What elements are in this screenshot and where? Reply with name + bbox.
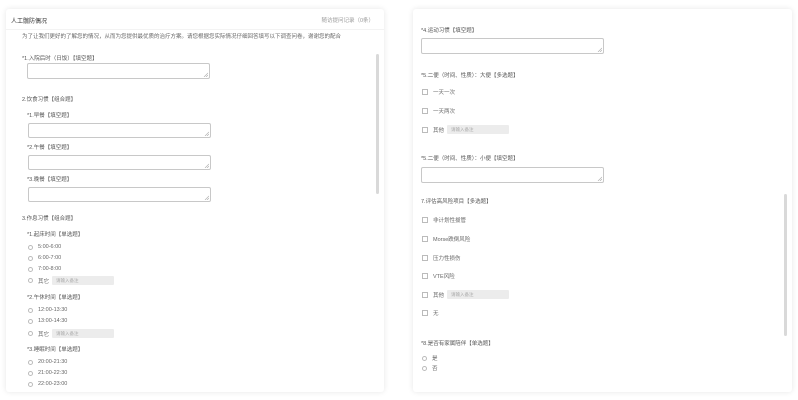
question-label: *2.午休时间【单选题】 <box>27 295 84 301</box>
panel-header: 人工髋防偶况 随访提问记录（0条） <box>6 9 384 30</box>
resize-handle-icon <box>597 176 602 181</box>
intro-text: 为了让我们更好的了解您的情况，从而为您提供最优质的治疗方案。请您根据您实际情况仔… <box>22 34 342 40</box>
question-label: *3.睡眠时间【单选题】 <box>27 347 84 353</box>
other-input[interactable]: 请输入备注 <box>447 125 510 134</box>
radio-icon <box>28 307 33 313</box>
radio-option[interactable]: 否 <box>422 364 438 372</box>
checkbox-icon <box>422 273 428 279</box>
radio-option[interactable]: 7:00-8:00 <box>28 266 61 272</box>
other-input[interactable]: 请输入备注 <box>52 276 115 285</box>
resize-handle-icon <box>597 47 602 52</box>
question-label: *3.晚餐【填空题】 <box>27 177 73 183</box>
radio-icon <box>28 381 33 387</box>
survey-panel-right: *4.运动习惯【填空题】 *5.二便（时间、性质）：大便【多选题】 一天一次 一… <box>413 9 792 392</box>
radio-option[interactable]: 是 <box>422 354 438 362</box>
radio-icon <box>28 318 33 324</box>
radio-icon <box>28 244 33 250</box>
radio-option[interactable]: 6:00-7:00 <box>28 255 61 261</box>
checkbox-option-other[interactable]: 其他 请输入备注 <box>422 290 510 299</box>
checkbox-icon <box>422 217 428 223</box>
radio-icon <box>28 278 33 283</box>
section-label: 3.作息习惯【组合题】 <box>22 216 77 222</box>
answer-textarea[interactable] <box>27 63 210 79</box>
checkbox-option[interactable]: 非计划性拔管 <box>422 216 466 224</box>
history-link[interactable]: 随访提问记录（0条） <box>321 16 374 24</box>
radio-icon <box>28 255 33 261</box>
radio-option[interactable]: 5:00-6:00 <box>28 244 61 250</box>
checkbox-option[interactable]: 一天两次 <box>422 107 455 115</box>
answer-textarea[interactable] <box>28 187 211 202</box>
checkbox-icon <box>422 255 428 261</box>
radio-icon <box>422 365 427 371</box>
resize-handle-icon <box>203 72 208 77</box>
other-input[interactable]: 请输入备注 <box>447 290 510 299</box>
survey-panel-left: 人工髋防偶况 随访提问记录（0条） 为了让我们更好的了解您的情况，从而为您提供最… <box>6 9 384 392</box>
checkbox-option[interactable]: 一天一次 <box>422 88 455 96</box>
radio-icon <box>28 370 33 376</box>
answer-textarea[interactable] <box>421 38 604 54</box>
question-label: *1.早餐【填空题】 <box>27 113 73 119</box>
question-label: 7.评估高风险项目【多选题】 <box>421 199 492 205</box>
resize-handle-icon <box>204 163 209 168</box>
scrollbar[interactable] <box>784 194 787 336</box>
checkbox-option[interactable]: Morse跌倒风险 <box>422 235 470 243</box>
answer-textarea[interactable] <box>421 167 604 183</box>
question-label: *2.午餐【填空题】 <box>27 145 73 151</box>
checkbox-icon <box>422 108 428 114</box>
checkbox-icon <box>422 126 428 133</box>
radio-option[interactable]: 13:00-14:30 <box>28 318 67 324</box>
page-title: 人工髋防偶况 <box>11 19 48 25</box>
resize-handle-icon <box>204 195 209 200</box>
question-label: *1.入院后时（日饭）【填空题】 <box>22 56 98 62</box>
radio-icon <box>28 331 33 336</box>
radio-option-other[interactable]: 其它 请输入备注 <box>28 329 115 338</box>
radio-option[interactable]: 22:00-23:00 <box>28 381 67 387</box>
answer-textarea[interactable] <box>28 123 211 138</box>
checkbox-option-other[interactable]: 其他 请输入备注 <box>422 125 510 134</box>
radio-option[interactable]: 20:00-21:30 <box>28 359 67 365</box>
section-label: 2.饮食习惯【组合题】 <box>22 97 77 103</box>
checkbox-icon <box>422 89 428 95</box>
radio-icon <box>422 355 427 361</box>
checkbox-icon <box>422 310 428 316</box>
scrollbar[interactable] <box>376 54 379 194</box>
checkbox-option[interactable]: 压力性损伤 <box>422 254 461 262</box>
radio-option-other[interactable]: 其它 请输入备注 <box>28 276 115 285</box>
checkbox-option[interactable]: VTE风险 <box>422 272 455 280</box>
radio-option[interactable]: 12:00-13:30 <box>28 307 67 313</box>
question-label: *1.起床时间【单选题】 <box>27 232 84 238</box>
radio-option[interactable]: 21:00-22:30 <box>28 370 67 376</box>
question-label: *5.二便（时间、性质）：小便【填空题】 <box>421 156 519 162</box>
checkbox-icon <box>422 236 428 242</box>
question-label: *4.运动习惯【填空题】 <box>421 28 478 34</box>
resize-handle-icon <box>204 131 209 136</box>
question-label: *5.二便（时间、性质）：大便【多选题】 <box>421 73 519 79</box>
other-input[interactable]: 请输入备注 <box>52 329 115 338</box>
checkbox-option[interactable]: 无 <box>422 309 439 317</box>
answer-textarea[interactable] <box>28 155 211 170</box>
question-label: *8.是否有家属陪伴【单选题】 <box>421 341 494 347</box>
checkbox-icon <box>422 291 428 298</box>
radio-icon <box>28 266 33 272</box>
radio-icon <box>28 359 33 365</box>
